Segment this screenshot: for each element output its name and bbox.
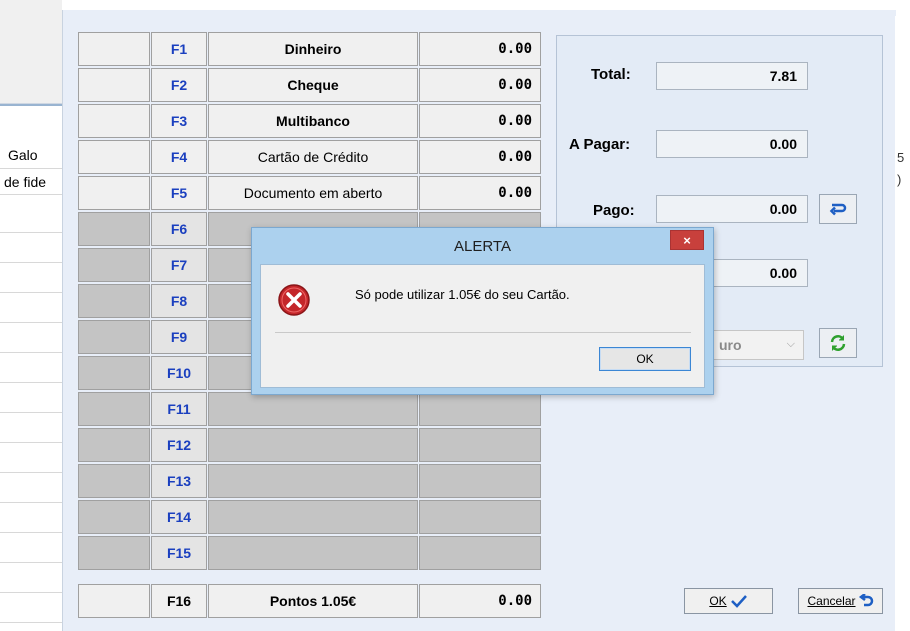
row-selector[interactable] [78, 32, 150, 66]
background-fragment: 5 [897, 150, 905, 165]
function-key: F14 [151, 500, 207, 534]
return-arrow-icon [829, 203, 847, 216]
function-key[interactable]: F2 [151, 68, 207, 102]
payment-method[interactable]: Dinheiro [208, 32, 418, 66]
payment-row[interactable]: F5 Documento em aberto 0.00 [78, 176, 541, 210]
function-key: F12 [151, 428, 207, 462]
function-key: F10 [151, 356, 207, 390]
payment-amount[interactable]: 0.00 [419, 104, 541, 138]
a-pagar-field: 0.00 [656, 130, 808, 158]
undo-arrow-icon [858, 594, 873, 607]
ok-button-label: OK [709, 594, 727, 608]
row-selector[interactable] [78, 104, 150, 138]
background-row-text: Galo [8, 147, 38, 163]
function-key: F8 [151, 284, 207, 318]
alert-separator [275, 332, 691, 333]
background-row-text: de fide [4, 174, 47, 190]
function-key: F7 [151, 248, 207, 282]
payment-method[interactable]: Documento em aberto [208, 176, 418, 210]
payment-amount [419, 392, 541, 426]
row-selector[interactable] [78, 584, 150, 618]
payment-row: F11 [78, 392, 541, 426]
payment-row: F15 [78, 536, 541, 570]
fill-amount-button[interactable] [819, 194, 857, 224]
currency-select[interactable]: uro ⌵ [712, 330, 804, 360]
payment-row: F14 [78, 500, 541, 534]
payment-row[interactable]: F1 Dinheiro 0.00 [78, 32, 541, 66]
currency-value: uro [719, 337, 742, 353]
function-key[interactable]: F5 [151, 176, 207, 210]
payment-amount[interactable]: 0.00 [419, 140, 541, 174]
function-key[interactable]: F1 [151, 32, 207, 66]
payment-method[interactable]: Pontos 1.05€ [208, 584, 418, 618]
payment-amount [419, 428, 541, 462]
refresh-icon [830, 335, 846, 351]
total-field: 7.81 [656, 62, 808, 90]
alert-message: Só pode utilizar 1.05€ do seu Cartão. [355, 287, 570, 302]
alert-body: Só pode utilizar 1.05€ do seu Cartão. OK [260, 264, 705, 388]
background-window: Galo de fide [0, 0, 62, 631]
total-label: Total: [591, 66, 631, 83]
payment-method [208, 464, 418, 498]
payment-row[interactable]: F3 Multibanco 0.00 [78, 104, 541, 138]
row-selector[interactable] [78, 176, 150, 210]
payment-method [208, 428, 418, 462]
close-button[interactable]: × [670, 230, 704, 250]
payment-row: F12 [78, 428, 541, 462]
payment-amount [419, 464, 541, 498]
refresh-button[interactable] [819, 328, 857, 358]
payment-method[interactable]: Cartão de Crédito [208, 140, 418, 174]
function-key[interactable]: F3 [151, 104, 207, 138]
payment-amount[interactable]: 0.00 [419, 176, 541, 210]
payment-amount [419, 500, 541, 534]
background-right-edge: 5 ) [895, 0, 910, 631]
dialog-titlebar [63, 10, 896, 16]
chevron-down-icon: ⌵ [786, 338, 795, 350]
alert-dialog: ALERTA × Só pode utilizar 1.05€ do seu C… [251, 227, 714, 395]
alert-ok-button[interactable]: OK [599, 347, 691, 371]
function-key: F6 [151, 212, 207, 246]
payment-amount[interactable]: 0.00 [419, 68, 541, 102]
ok-button[interactable]: OK [684, 588, 773, 614]
payment-method [208, 500, 418, 534]
payment-row: F13 [78, 464, 541, 498]
cancel-button-label: Cancelar [807, 594, 856, 608]
error-icon [278, 284, 310, 316]
payment-row[interactable]: F16 Pontos 1.05€ 0.00 [78, 584, 541, 618]
payment-method[interactable]: Multibanco [208, 104, 418, 138]
function-key: F9 [151, 320, 207, 354]
function-key[interactable]: F4 [151, 140, 207, 174]
row-selector[interactable] [78, 140, 150, 174]
function-key: F15 [151, 536, 207, 570]
background-header [0, 0, 62, 104]
background-fragment: ) [897, 172, 902, 187]
pago-label: Pago: [593, 202, 635, 219]
close-icon: × [683, 232, 691, 248]
payment-method [208, 536, 418, 570]
function-key[interactable]: F16 [151, 584, 207, 618]
function-key: F11 [151, 392, 207, 426]
payment-row[interactable]: F2 Cheque 0.00 [78, 68, 541, 102]
payment-method [208, 392, 418, 426]
payment-method[interactable]: Cheque [208, 68, 418, 102]
row-selector[interactable] [78, 68, 150, 102]
a-pagar-label: A Pagar: [569, 136, 631, 153]
pago-field[interactable]: 0.00 [656, 195, 808, 223]
payment-amount [419, 536, 541, 570]
function-key: F13 [151, 464, 207, 498]
cancel-button[interactable]: Cancelar [798, 588, 883, 614]
payment-row[interactable]: F4 Cartão de Crédito 0.00 [78, 140, 541, 174]
payment-amount[interactable]: 0.00 [419, 584, 541, 618]
payment-amount[interactable]: 0.00 [419, 32, 541, 66]
background-selection-bar [0, 104, 62, 122]
alert-title: ALERTA [454, 237, 511, 255]
checkmark-icon [730, 595, 747, 608]
